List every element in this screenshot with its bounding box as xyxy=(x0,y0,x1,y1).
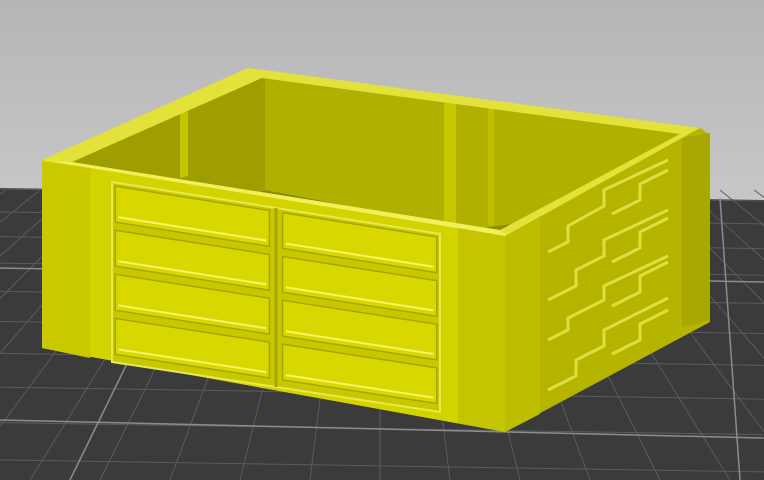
inner-rib-back xyxy=(444,97,456,230)
right-front-post xyxy=(505,218,540,432)
3d-viewport[interactable] xyxy=(0,0,764,480)
inner-rib-back2 xyxy=(488,100,494,226)
front-right-post xyxy=(458,228,505,432)
right-back-post xyxy=(682,133,710,328)
scene-canvas[interactable] xyxy=(0,0,764,480)
inner-rib-left xyxy=(180,106,188,178)
front-left-post xyxy=(42,162,90,358)
